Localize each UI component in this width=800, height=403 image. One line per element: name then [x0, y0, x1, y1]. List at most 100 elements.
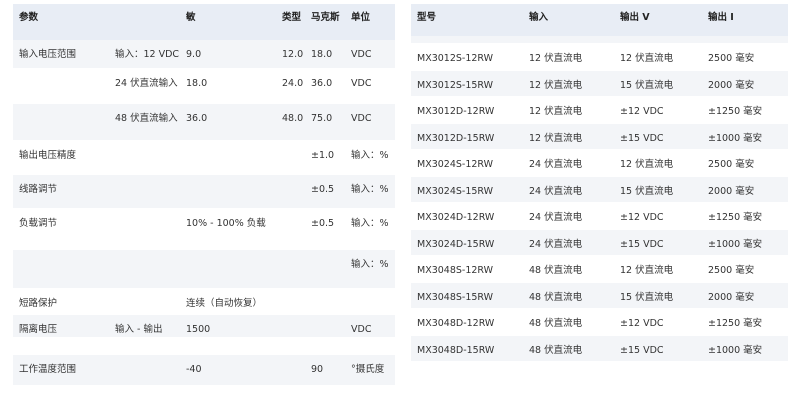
table-cell: VDC	[351, 49, 372, 60]
table-cell: VDC	[351, 78, 372, 89]
table-cell: ±1250 毫安	[708, 212, 763, 223]
table-row: MX3012S-15RW 12 伏直流电 15 伏直流电 2000 毫安	[411, 70, 788, 97]
table-cell: 24.0	[282, 78, 304, 89]
table-cell: ±15 VDC	[620, 238, 664, 250]
table-cell: °摄氏度	[351, 364, 385, 375]
table-row: 输入：%	[13, 250, 395, 289]
table-cell: 负载调节	[19, 218, 58, 229]
table-cell: 48 伏直流电	[529, 265, 583, 276]
table-cell: 工作温度范围	[19, 364, 77, 375]
table-cell: MX3024S-15RW	[417, 185, 494, 197]
table-cell: MX3048S-15RW	[417, 291, 494, 303]
column-header: 输出 I	[708, 12, 734, 23]
specifications-table: 参数敏类型 马克斯 单位 输入电压范围 输入：12 VDC 9.0 12.0 18.0 VDC 2…	[13, 4, 395, 386]
table-row: 负载调节 10% - 100% 负载 ±0.5 输入：%	[13, 209, 395, 250]
table-cell: 48 伏直流电	[529, 318, 583, 329]
table-cell: 48 伏直流电	[529, 344, 583, 356]
table-cell: 2000 毫安	[708, 79, 755, 91]
table-cell	[311, 338, 347, 345]
table-cell: ±1000 毫安	[708, 238, 763, 250]
column-header: 型号	[417, 12, 437, 23]
table-row: 输入电压范围 输入：12 VDC 9.0 12.0 18.0 VDC	[13, 40, 395, 69]
table-cell	[282, 250, 310, 257]
table-cell	[620, 36, 706, 43]
table-cell	[115, 338, 181, 345]
table-cell	[19, 338, 111, 345]
table-row: MX3024D-15RW 24 伏直流电 ±15 VDC ±1000 毫安	[411, 229, 788, 256]
table-row: 短路保护 连续（自动恢复）	[13, 289, 395, 315]
table-cell: 15 伏直流电	[620, 79, 674, 91]
table-cell	[115, 355, 181, 362]
table-cell	[282, 315, 310, 322]
table-row: MX3024S-15RW 24 伏直流电 15 伏直流电 2000 毫安	[411, 176, 788, 203]
table-row: 48 伏直流输入 36.0 48.0 75.0 VDC	[13, 104, 395, 141]
table-cell: 36.0	[186, 113, 208, 124]
table-cell: 12 伏直流电	[529, 79, 583, 91]
table-cell: VDC	[351, 113, 372, 124]
table-cell: 15 伏直流电	[620, 291, 674, 303]
table-cell: 24 伏直流电	[529, 185, 583, 197]
table-cell: ±15 VDC	[620, 132, 664, 144]
table-cell: ±1250 毫安	[708, 318, 763, 329]
table-row: MX3048D-15RW 48 伏直流电 ±15 VDC ±1000 毫安	[411, 335, 788, 362]
table-row: 线路调节 ±0.5 输入：%	[13, 175, 395, 209]
table-cell: 24 伏直流输入	[115, 78, 178, 89]
table-cell	[351, 338, 393, 345]
table-cell: 75.0	[311, 113, 333, 124]
table-cell: 48.0	[282, 113, 304, 124]
table-cell: MX3024D-15RW	[417, 238, 495, 250]
table-cell: 12 伏直流电	[620, 159, 674, 170]
table-cell	[311, 315, 347, 322]
table-cell: -40	[186, 364, 202, 375]
table-cell: MX3012S-15RW	[417, 79, 494, 91]
table-cell: MX3048D-12RW	[417, 318, 495, 329]
table-cell: VDC	[351, 324, 372, 335]
table-cell: 9.0	[186, 49, 202, 60]
table-cell: 输入：12 VDC	[115, 49, 180, 60]
table-cell: 36.0	[311, 78, 333, 89]
table-cell: ±1000 毫安	[708, 132, 763, 144]
column-header	[115, 4, 181, 10]
table-cell: MX3048S-12RW	[417, 265, 494, 276]
table-row: 24 伏直流输入 18.0 24.0 36.0 VDC	[13, 69, 395, 104]
table-row: MX3012D-12RW 12 伏直流电 ±12 VDC ±1250 毫安	[411, 97, 788, 124]
table-row: MX3024D-12RW 24 伏直流电 ±12 VDC ±1250 毫安	[411, 203, 788, 230]
table-row: MX3012S-12RW 12 伏直流电 12 伏直流电 2500 毫安	[411, 44, 788, 71]
table-cell: ±12 VDC	[620, 318, 664, 329]
table-cell: MX3012D-15RW	[417, 132, 495, 144]
table-cell	[115, 175, 181, 182]
table-cell: ±0.5	[311, 218, 335, 229]
models-table: 型号 输入 输出 V 输出 I MX3012S-12RW 12 伏直流电 12 伏直流电 25…	[411, 4, 788, 362]
table-row: 输出电压精度 ±1.0 输入：%	[13, 141, 395, 175]
table-cell: 10% - 100% 负载	[186, 218, 266, 229]
table-cell: MX3048D-15RW	[417, 344, 495, 356]
table-cell	[115, 141, 181, 148]
table-cell	[19, 104, 111, 111]
table-cell	[282, 289, 310, 296]
table-cell: ±1.0	[311, 150, 335, 161]
table-cell	[186, 141, 278, 148]
table-cell: 18.0	[311, 49, 333, 60]
table-cell: 2500 毫安	[708, 53, 755, 64]
table-row: MX3012D-15RW 12 伏直流电 ±15 VDC ±1000 毫安	[411, 123, 788, 150]
table-cell: ±1000 毫安	[708, 344, 763, 356]
table-cell: 输出电压精度	[19, 150, 77, 161]
table-row: MX3024S-12RW 24 伏直流电 12 伏直流电 2500 毫安	[411, 150, 788, 177]
table-row	[411, 36, 788, 44]
table-cell: MX3024S-12RW	[417, 159, 494, 170]
table-header: 参数 敏 类型 马克斯 单位	[13, 4, 395, 40]
table-cell: 输入：%	[351, 184, 389, 195]
table-cell	[186, 175, 278, 182]
column-header: 输入	[529, 12, 549, 23]
column-header: 参数	[19, 12, 39, 23]
table-cell: ±1250 毫安	[708, 106, 763, 117]
table-cell: 12 伏直流电	[620, 53, 674, 64]
table-cell: 12 伏直流电	[620, 265, 674, 276]
table-cell: 24 伏直流电	[529, 159, 583, 170]
table-cell	[19, 69, 111, 76]
table-cell	[311, 289, 347, 296]
table-cell: 输入：%	[351, 150, 389, 161]
table-cell: 12 伏直流电	[529, 132, 583, 144]
table-cell	[529, 36, 619, 43]
table-cell: 15 伏直流电	[620, 185, 674, 197]
